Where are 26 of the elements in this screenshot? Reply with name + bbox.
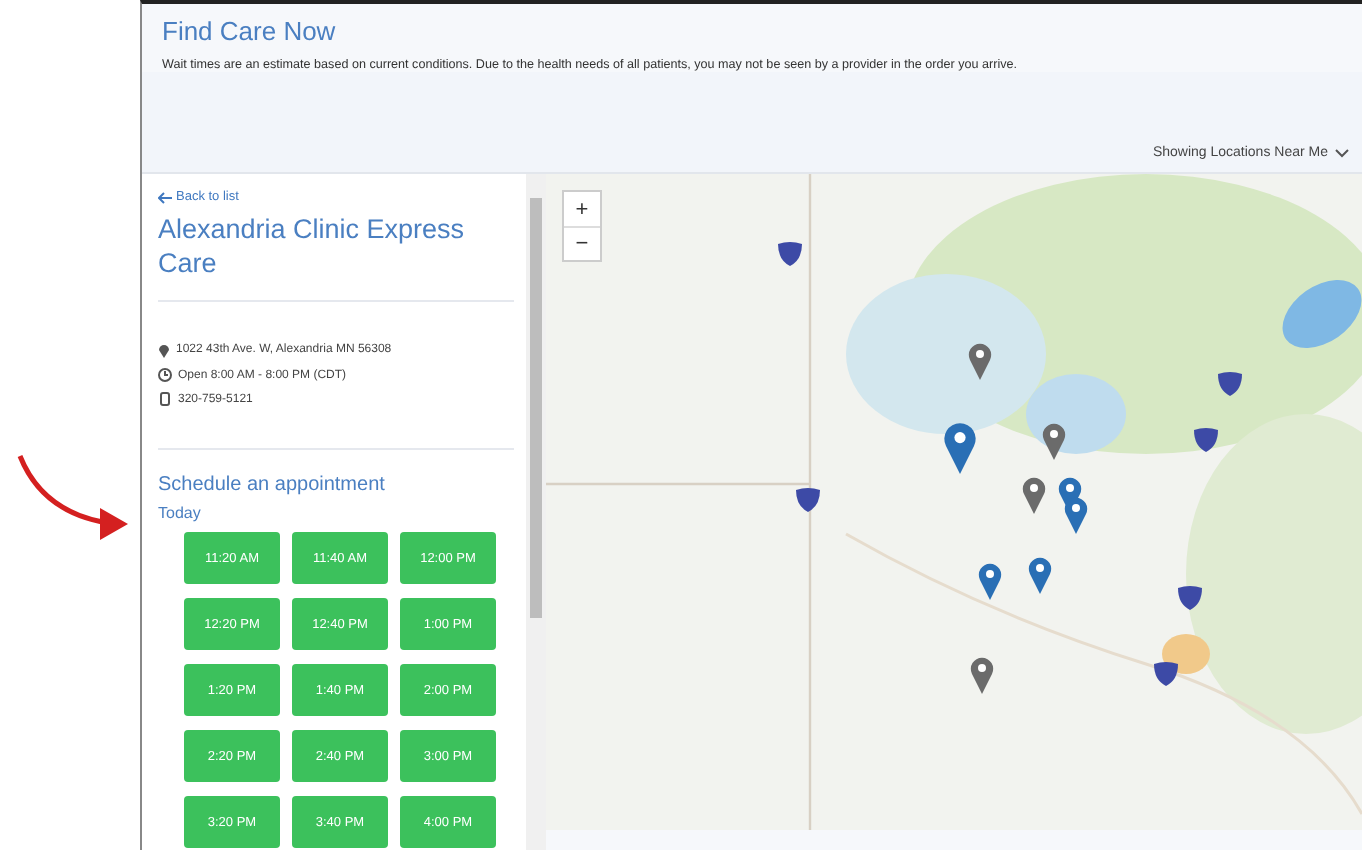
- arrow-left-icon: [158, 191, 172, 203]
- map-pin-icon[interactable]: [1042, 423, 1066, 460]
- clinic-name: Alexandria Clinic Express Care: [158, 212, 467, 280]
- scrollbar[interactable]: [526, 174, 546, 850]
- map-pin-icon[interactable]: [970, 657, 994, 694]
- highway-shield-icon: [796, 488, 820, 512]
- map-pin-icon[interactable]: [968, 343, 992, 380]
- location-pin-icon: [158, 342, 170, 358]
- highway-shield-icon: [778, 242, 802, 266]
- map-pin-icon[interactable]: [944, 423, 976, 474]
- chevron-down-icon: [1334, 148, 1350, 158]
- page-title: Find Care Now: [162, 16, 338, 46]
- phone-icon: [158, 392, 172, 406]
- highway-shield-icon: [1218, 372, 1242, 396]
- day-label: Today: [158, 504, 203, 522]
- map-pin-icon[interactable]: [1028, 557, 1052, 594]
- highway-shield-icon: [1154, 662, 1178, 686]
- clock-icon: [158, 368, 172, 382]
- map[interactable]: + −: [546, 174, 1362, 850]
- schedule-heading: Schedule an appointment: [158, 474, 387, 496]
- map-pin-icon[interactable]: [978, 563, 1002, 600]
- map-pin-icon[interactable]: [1022, 477, 1046, 514]
- highway-shield-icon: [1194, 428, 1218, 452]
- highway-shield-icon: [1178, 586, 1202, 610]
- arrow-drawing: [17, 454, 128, 540]
- map-pin-icon[interactable]: [1064, 497, 1088, 534]
